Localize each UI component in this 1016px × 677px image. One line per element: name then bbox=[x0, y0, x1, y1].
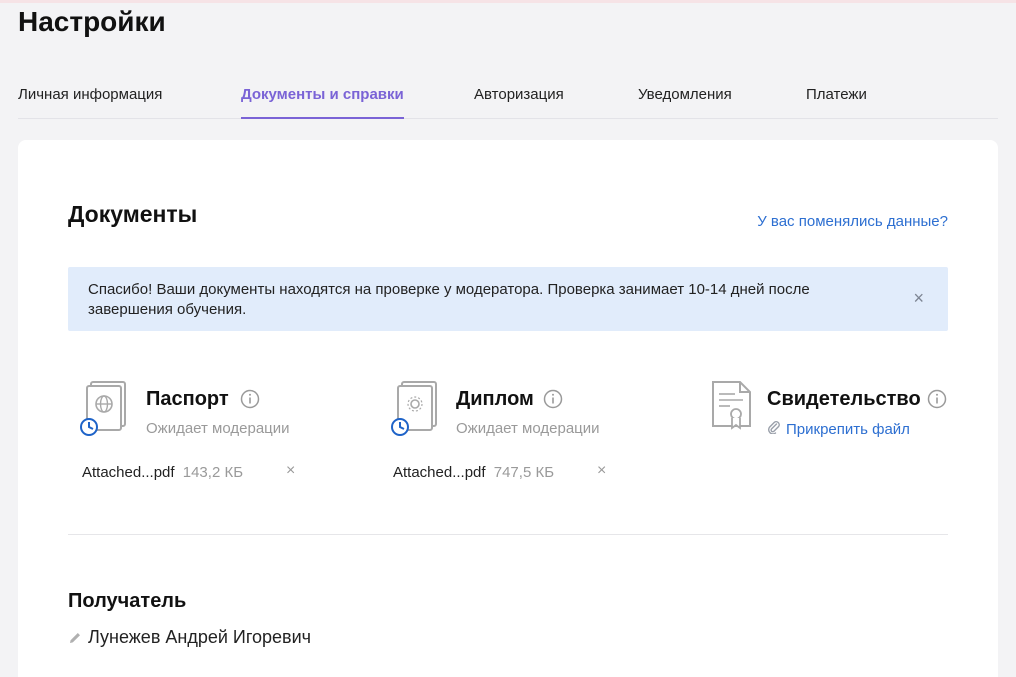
diploma-file-name: Attached...pdf bbox=[393, 464, 486, 481]
passport-title: Паспорт bbox=[146, 388, 229, 410]
data-changed-link[interactable]: У вас поменялись данные? bbox=[757, 213, 948, 230]
info-icon[interactable] bbox=[927, 389, 947, 409]
info-icon[interactable] bbox=[543, 389, 563, 409]
section-divider bbox=[68, 534, 948, 535]
passport-document: Паспорт Ожидает модерации Attached...pdf… bbox=[78, 380, 378, 500]
moderation-notice: Спасибо! Ваши документы находятся на про… bbox=[68, 267, 948, 331]
diploma-status: Ожидает модерации bbox=[456, 420, 600, 437]
notice-text: Спасибо! Ваши документы находятся на про… bbox=[88, 281, 810, 318]
passport-file[interactable]: Attached...pdf 143,2 КБ bbox=[82, 464, 243, 481]
recipient-title: Получатель bbox=[68, 590, 187, 612]
recipient-row: Лунежев Андрей Игоревич bbox=[68, 627, 311, 648]
documents-card: Документы У вас поменялись данные? Спаси… bbox=[18, 140, 998, 677]
tab-authorization[interactable]: Авторизация bbox=[474, 86, 564, 103]
attach-file-label: Прикрепить файл bbox=[786, 421, 910, 438]
diploma-icon bbox=[391, 381, 437, 436]
passport-status: Ожидает модерации bbox=[146, 420, 290, 437]
tab-personal-info[interactable]: Личная информация bbox=[18, 86, 162, 103]
tab-payments[interactable]: Платежи bbox=[806, 86, 867, 103]
passport-icon bbox=[80, 381, 126, 436]
page-title: Настройки bbox=[18, 6, 166, 37]
tab-notifications[interactable]: Уведомления bbox=[638, 86, 732, 103]
diploma-file[interactable]: Attached...pdf 747,5 КБ bbox=[393, 464, 554, 481]
tab-documents[interactable]: Документы и справки bbox=[241, 86, 404, 119]
certificate-document: Свидетельство Прикрепить файл bbox=[710, 380, 950, 500]
settings-tabs: Личная информация Документы и справки Ав… bbox=[18, 86, 998, 119]
diploma-file-size: 747,5 КБ bbox=[493, 464, 555, 481]
certificate-title: Свидетельство bbox=[767, 388, 921, 410]
passport-file-size: 143,2 КБ bbox=[182, 464, 244, 481]
documents-title: Документы bbox=[68, 201, 198, 227]
certificate-icon bbox=[712, 381, 751, 430]
pencil-icon[interactable] bbox=[68, 631, 82, 645]
remove-file-icon[interactable]: × bbox=[286, 462, 295, 480]
diploma-document: Диплом Ожидает модерации Attached...pdf … bbox=[389, 380, 689, 500]
notice-close-icon[interactable]: × bbox=[913, 288, 924, 308]
paperclip-icon bbox=[768, 421, 780, 434]
attach-file-link[interactable]: Прикрепить файл bbox=[767, 420, 910, 438]
info-icon[interactable] bbox=[240, 389, 260, 409]
remove-file-icon[interactable]: × bbox=[597, 462, 606, 480]
top-border bbox=[0, 0, 1016, 3]
diploma-title: Диплом bbox=[456, 388, 534, 410]
passport-file-name: Attached...pdf bbox=[82, 464, 175, 481]
recipient-name: Лунежев Андрей Игоревич bbox=[88, 627, 312, 647]
